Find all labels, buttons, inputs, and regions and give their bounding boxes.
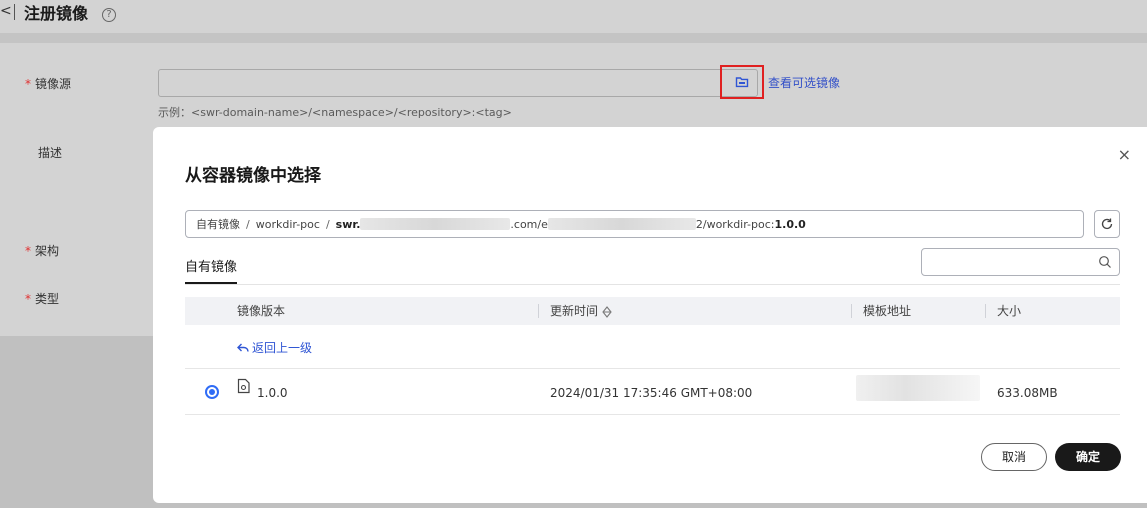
radio-selected-dot [209, 389, 215, 395]
redacted-template-address [856, 375, 980, 401]
image-file-icon [237, 378, 250, 394]
close-icon[interactable]: × [1118, 145, 1131, 164]
refresh-button[interactable] [1094, 210, 1120, 238]
image-version-table: 镜像版本 更新时间 模板地址 大小 返回上一级 1.0.0 2024/01/31… [185, 297, 1120, 415]
header-size: 大小 [997, 304, 1022, 318]
tab-own-images[interactable]: 自有镜像 [185, 256, 238, 284]
return-arrow-icon [237, 343, 249, 352]
breadcrumb-item-own-images[interactable]: 自有镜像 [196, 216, 240, 232]
back-to-parent-link[interactable]: 返回上一级 [237, 339, 312, 356]
back-arrow-icon[interactable]: < [0, 3, 12, 19]
breadcrumb-current-suffix: 2/workdir-poc: [695, 217, 775, 231]
breadcrumb-separator: / [325, 217, 330, 231]
description-label: 描述 [38, 146, 63, 160]
confirm-button[interactable]: 确定 [1055, 443, 1121, 471]
header-template-address: 模板地址 [863, 304, 912, 318]
image-source-input[interactable] [158, 69, 758, 97]
refresh-icon [1101, 218, 1113, 230]
header-updated-time[interactable]: 更新时间 [550, 297, 612, 325]
row-size: 633.08MB [997, 386, 1058, 400]
table-row-back: 返回上一级 [185, 325, 1120, 369]
cancel-button[interactable]: 取消 [981, 443, 1047, 471]
select-image-button[interactable] [720, 65, 764, 99]
page-header: < 注册镜像 ? [0, 0, 1147, 33]
table-row[interactable]: 1.0.0 2024/01/31 17:35:46 GMT+08:00 633.… [185, 369, 1120, 415]
breadcrumb-current-prefix: swr. [335, 217, 361, 231]
search-icon[interactable] [1098, 255, 1112, 269]
page-title: 注册镜像 [24, 4, 89, 23]
redacted-region [547, 218, 696, 230]
column-divider [985, 304, 986, 318]
search-input[interactable] [928, 249, 1098, 273]
row-select-radio[interactable] [205, 385, 219, 399]
column-divider [851, 304, 852, 318]
view-available-images-link[interactable]: 查看可选镜像 [768, 74, 840, 91]
architecture-label: * 架构 [25, 244, 60, 258]
breadcrumb-separator: / [246, 217, 250, 231]
dialog-title: 从容器镜像中选择 [185, 166, 321, 186]
header-version: 镜像版本 [237, 304, 286, 318]
help-icon[interactable]: ? [102, 8, 116, 22]
source-label: * 镜像源 [25, 77, 72, 91]
select-image-dialog: 从容器镜像中选择 × 自有镜像 / workdir-poc / swr. .co… [153, 127, 1147, 503]
column-divider [538, 304, 539, 318]
header-band [0, 33, 1147, 43]
image-path-breadcrumb: 自有镜像 / workdir-poc / swr. .com/e 2/workd… [185, 210, 1084, 238]
breadcrumb-current-tag: 1.0.0 [774, 217, 806, 231]
header-separator [14, 4, 15, 20]
sort-icon[interactable] [602, 305, 612, 318]
breadcrumb-item-repository[interactable]: workdir-poc [256, 218, 320, 231]
row-version: 1.0.0 [257, 386, 288, 400]
type-label: * 类型 [25, 292, 60, 306]
redacted-region [360, 218, 511, 230]
folder-icon [735, 77, 749, 88]
tab-divider [185, 284, 1120, 285]
search-box [921, 248, 1120, 276]
row-updated-time: 2024/01/31 17:35:46 GMT+08:00 [550, 386, 753, 400]
breadcrumb-current-mid: .com/e [510, 217, 548, 231]
source-example-text: 示例：<swr-domain-name>/<namespace>/<reposi… [158, 106, 512, 119]
table-header: 镜像版本 更新时间 模板地址 大小 [185, 297, 1120, 325]
